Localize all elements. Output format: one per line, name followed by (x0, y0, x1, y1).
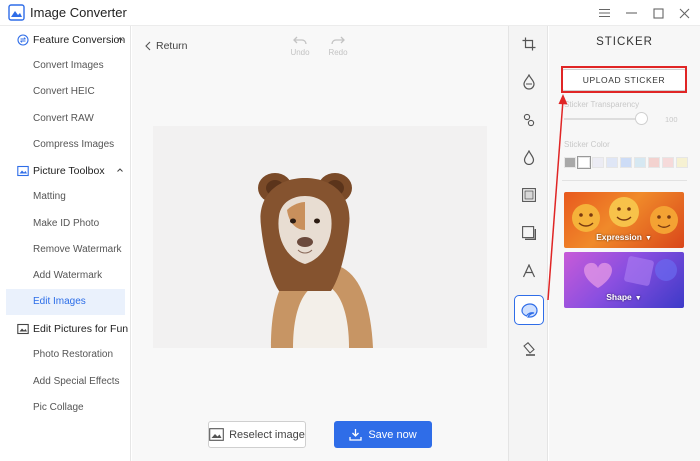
sidebar-item-convert-raw[interactable]: Convert RAW (6, 106, 125, 132)
sidebar-item-pic-collage[interactable]: Pic Collage (6, 395, 125, 421)
chevron-up-icon (117, 168, 123, 172)
image-preview (153, 126, 487, 348)
section-edit-pictures-for-fun[interactable]: Edit Pictures for Fun (0, 316, 131, 342)
frame-icon[interactable] (517, 183, 541, 207)
sidebar-item-convert-heic[interactable]: Convert HEIC (6, 79, 125, 105)
sidebar-item-photo-restoration[interactable]: Photo Restoration (6, 342, 125, 368)
maximize-icon[interactable] (648, 3, 668, 23)
water-drop-icon[interactable] (517, 145, 541, 169)
chevron-up-icon (117, 37, 123, 41)
dog-photo (258, 173, 373, 348)
toolbox-icon (17, 165, 29, 177)
sidebar-item-make-id-photo[interactable]: Make ID Photo (6, 211, 125, 237)
close-icon[interactable] (674, 3, 694, 23)
eraser-icon[interactable] (517, 337, 541, 361)
transparency-slider-thumb[interactable] (635, 112, 648, 125)
color-swatch[interactable] (662, 157, 674, 168)
color-swatch[interactable] (634, 157, 646, 168)
sidebar-item-convert-images[interactable]: Convert Images (6, 53, 125, 79)
reselect-image-button[interactable]: Reselect image (208, 421, 306, 448)
redo-icon (331, 36, 345, 45)
filter-icon[interactable] (517, 108, 541, 132)
sticker-panel: STICKER UPLOAD STICKER Sticker Transpare… (549, 26, 700, 461)
color-label: Sticker Color (564, 140, 610, 149)
section-label: Picture Toolbox (33, 165, 105, 177)
transparency-label: Sticker Transparency (564, 100, 640, 109)
undo-icon (293, 36, 307, 45)
crop-icon[interactable] (517, 32, 541, 56)
return-button[interactable]: Return (144, 40, 188, 52)
chevron-left-icon (145, 41, 151, 51)
redo-button[interactable]: Redo (323, 36, 353, 57)
color-swatch[interactable] (676, 157, 688, 168)
section-picture-toolbox[interactable]: Picture Toolbox (0, 158, 131, 184)
sidebar-item-edit-images[interactable]: Edit Images (6, 289, 125, 315)
download-icon (349, 429, 362, 441)
sidebar-item-add-special-effects[interactable]: Add Special Effects (6, 369, 125, 395)
color-swatch[interactable] (592, 157, 604, 168)
app-title: Image Converter (30, 5, 127, 20)
title-bar: Image Converter (0, 0, 700, 26)
save-now-button[interactable]: Save now (334, 421, 432, 448)
divider (562, 180, 687, 181)
sidebar-item-matting[interactable]: Matting (6, 184, 125, 210)
convert-icon (17, 34, 29, 46)
section-feature-conversion[interactable]: Feature Conversion (0, 27, 131, 53)
section-label: Edit Pictures for Fun (33, 323, 129, 335)
text-icon[interactable] (517, 259, 541, 283)
menu-icon[interactable] (594, 3, 614, 23)
shape-sticker-card[interactable]: Shape ▼ (564, 252, 684, 308)
color-swatch[interactable] (606, 157, 618, 168)
sidebar-item-remove-watermark[interactable]: Remove Watermark (6, 237, 125, 263)
section-label: Feature Conversion (33, 34, 126, 46)
sticker-icon[interactable] (514, 295, 544, 325)
transparency-slider-track[interactable] (564, 118, 641, 120)
minimize-icon[interactable] (621, 3, 641, 23)
undo-button[interactable]: Undo (285, 36, 315, 57)
expression-sticker-card[interactable]: Expression ▼ (564, 192, 684, 248)
color-swatch[interactable] (620, 157, 632, 168)
sidebar-item-compress-images[interactable]: Compress Images (6, 132, 125, 158)
border-icon[interactable] (517, 221, 541, 245)
fun-picture-icon (17, 323, 29, 335)
panel-title: STICKER (596, 36, 653, 48)
sidebar: Feature Conversion Convert Images Conver… (0, 26, 131, 461)
sidebar-item-add-watermark[interactable]: Add Watermark (6, 263, 125, 289)
canvas-area: Return Undo Redo Reselect image Save now (132, 26, 508, 461)
adjust-icon[interactable] (517, 70, 541, 94)
app-logo-icon (8, 4, 25, 21)
color-swatch[interactable] (648, 157, 660, 168)
tool-rail (508, 26, 548, 461)
upload-sticker-button[interactable]: UPLOAD STICKER (562, 69, 686, 91)
transparency-value: 100 (665, 115, 678, 124)
image-icon (209, 428, 224, 441)
color-swatch[interactable] (564, 157, 576, 168)
color-swatch[interactable] (577, 156, 591, 169)
